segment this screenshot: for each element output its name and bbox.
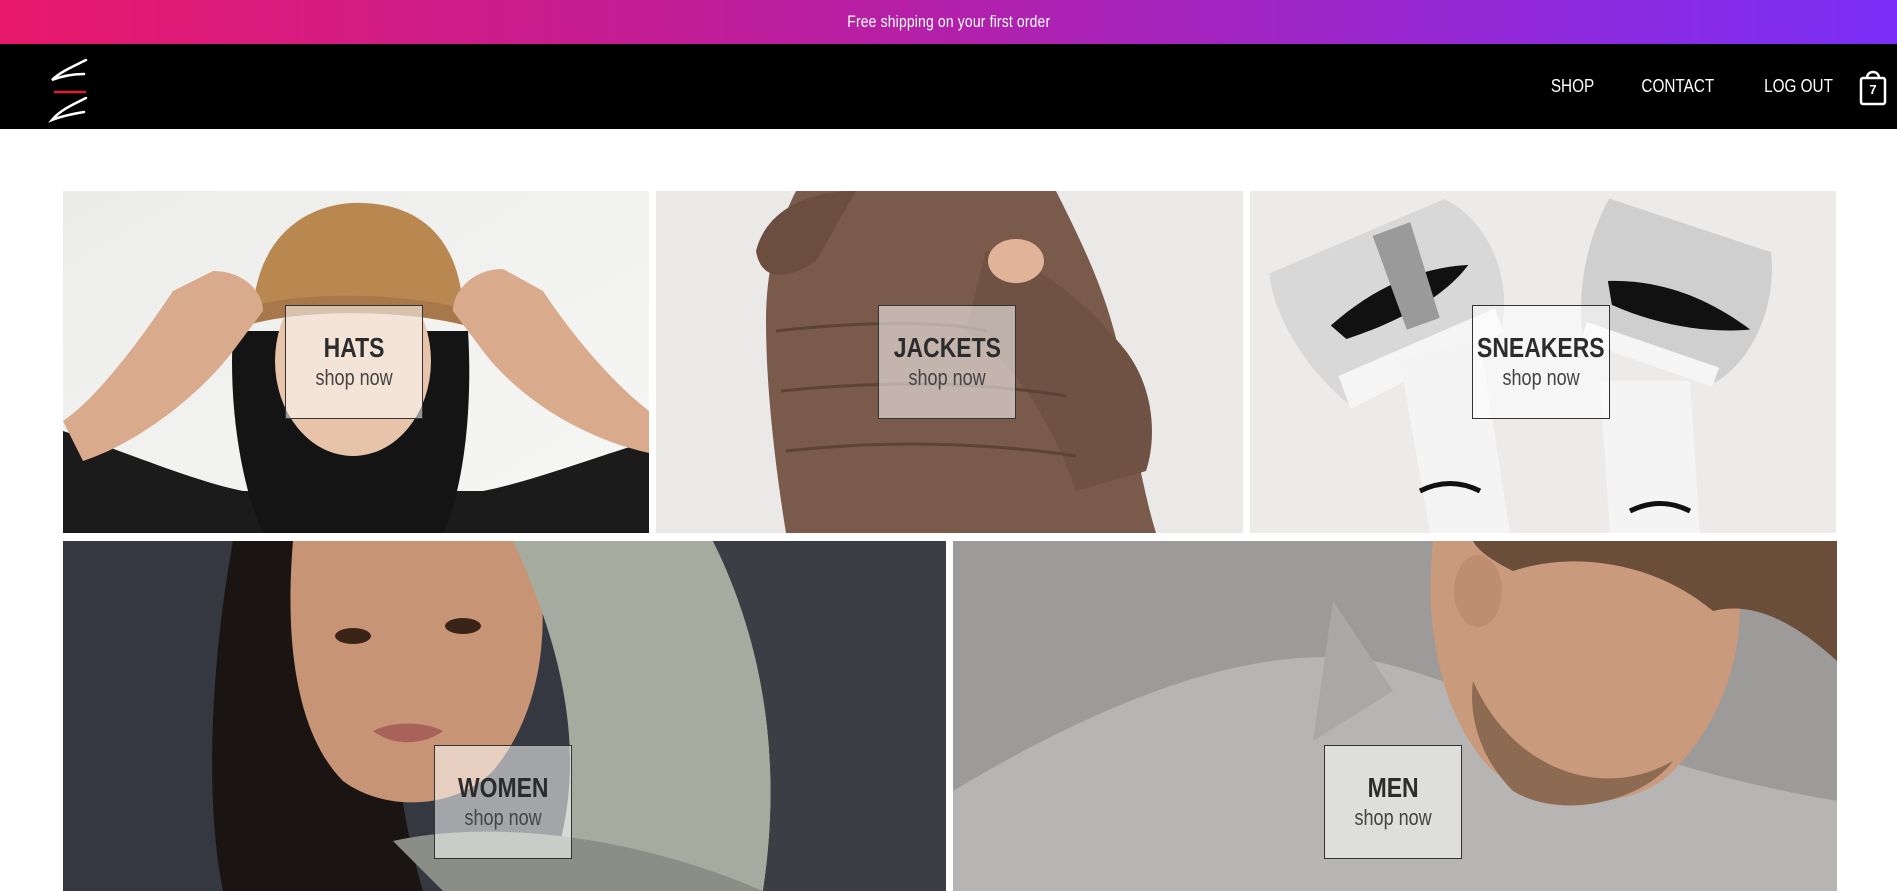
cart-count-badge: 7 [1869,82,1877,97]
category-label-sneakers: SNEAKERS shop now [1472,305,1610,419]
category-tile-men[interactable]: MEN shop now [953,541,1837,891]
category-label-jackets: JACKETS shop now [878,305,1016,419]
category-title: SNEAKERS [1477,332,1605,363]
shop-now-link[interactable]: shop now [1502,364,1579,392]
category-label-men: MEN shop now [1324,745,1462,859]
promo-banner-text: Free shipping on your first order [846,12,1050,31]
category-tile-sneakers[interactable]: SNEAKERS shop now [1250,191,1836,533]
brand-logo[interactable] [48,52,92,124]
shop-now-link[interactable]: shop now [315,364,392,392]
shop-now-link[interactable]: shop now [464,804,541,832]
category-tile-hats[interactable]: HATS shop now [63,191,649,533]
category-title: WOMEN [457,772,549,803]
promo-banner: Free shipping on your first order [0,0,1897,44]
nav-link-contact[interactable]: CONTACT [1642,76,1715,97]
shop-now-link[interactable]: shop now [1354,804,1431,832]
nav-link-log-out[interactable]: LOG OUT [1764,76,1833,97]
category-title: HATS [323,332,385,363]
category-title: JACKETS [893,332,1001,363]
category-tile-jackets[interactable]: JACKETS shop now [656,191,1243,533]
shop-now-link[interactable]: shop now [908,364,985,392]
category-label-women: WOMEN shop now [434,745,572,859]
category-label-hats: HATS shop now [285,305,423,419]
top-navigation: SHOP CONTACT LOG OUT 7 [0,44,1897,129]
nav-links: SHOP CONTACT LOG OUT [1510,44,1839,129]
category-title: MEN [1367,772,1419,803]
category-tile-women[interactable]: WOMEN shop now [63,541,946,891]
shopping-bag-button[interactable]: 7 [1858,66,1888,106]
nav-link-shop[interactable]: SHOP [1551,76,1594,97]
